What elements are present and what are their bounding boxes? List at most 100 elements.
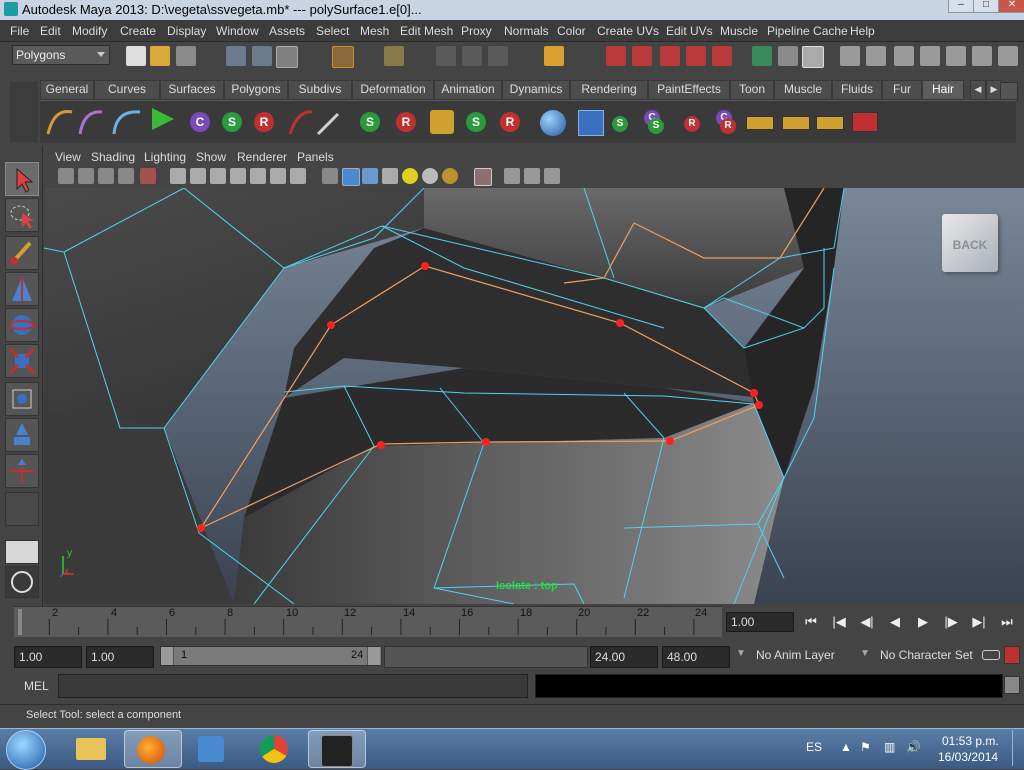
shelf-ball-6[interactable]: S <box>612 116 628 132</box>
mel-input[interactable] <box>58 674 528 698</box>
start-button-icon[interactable] <box>6 730 46 770</box>
tray-expand-icon[interactable]: ▲ <box>840 740 852 754</box>
shelf-ball-10[interactable]: R <box>720 118 736 134</box>
animation-end-field[interactable]: 48.00 <box>662 646 730 668</box>
universal-manipulator-icon[interactable] <box>5 382 39 416</box>
step-forward-key-button[interactable]: |▶ <box>940 612 962 632</box>
panel-menu-panels[interactable]: Panels <box>297 150 334 164</box>
wireframe-icon[interactable] <box>322 168 338 184</box>
character-set-selector[interactable]: No Character Set <box>880 648 973 662</box>
time-slider[interactable] <box>14 606 722 637</box>
play-backwards-button[interactable]: ◀ <box>884 612 906 632</box>
soft-modification-icon[interactable] <box>5 418 39 452</box>
output-ops-icon[interactable] <box>660 46 680 66</box>
step-forward-frame-button[interactable]: ▶| <box>968 612 990 632</box>
modeling-toolkit-icon[interactable] <box>894 46 914 66</box>
panel-menu-lighting[interactable]: Lighting <box>144 150 186 164</box>
scale-tool-icon[interactable] <box>5 344 39 378</box>
ambient-occlusion-icon[interactable] <box>442 168 458 184</box>
play-dynamics-icon[interactable] <box>152 108 174 130</box>
shelf-ball-4[interactable]: S <box>466 112 486 132</box>
shelf-c-ball-icon[interactable]: C <box>190 112 210 132</box>
panel-menu-shading[interactable]: Shading <box>91 150 135 164</box>
safe-action-icon[interactable] <box>270 168 286 184</box>
panel-menu-show[interactable]: Show <box>196 150 226 164</box>
menu-create[interactable]: Create <box>120 24 156 38</box>
collide-cube-icon[interactable] <box>578 110 604 136</box>
anim-layer-chevron-icon[interactable]: ▼ <box>736 648 746 659</box>
network-icon[interactable]: ▥ <box>884 740 895 754</box>
tool-settings-icon[interactable] <box>866 46 886 66</box>
isolate-select-icon[interactable] <box>474 168 492 186</box>
hair-paint-tools-icon[interactable] <box>286 106 346 138</box>
menu-muscle[interactable]: Muscle <box>720 24 758 38</box>
range-end-handle[interactable] <box>367 647 380 665</box>
shelf-tab-fluids[interactable]: Fluids <box>832 80 882 100</box>
select-tool-icon[interactable] <box>5 162 39 196</box>
animation-preferences-icon[interactable] <box>1004 646 1020 664</box>
shelf-tab-deformation[interactable]: Deformation <box>352 80 434 100</box>
go-to-end-button[interactable]: ⏭ <box>996 612 1018 632</box>
lock-icon[interactable] <box>544 46 564 66</box>
shelf-ball-8[interactable]: R <box>684 116 700 132</box>
taskbar-media-player[interactable] <box>184 730 240 766</box>
shelf-scroll-left-icon[interactable]: ◀ <box>970 80 986 100</box>
menu-normals[interactable]: Normals <box>504 24 549 38</box>
step-back-frame-button[interactable]: |◀ <box>828 612 850 632</box>
render-current-icon[interactable] <box>686 46 706 66</box>
shadows-icon[interactable] <box>422 168 438 184</box>
taskbar-explorer[interactable] <box>62 730 118 766</box>
menu-color[interactable]: Color <box>557 24 586 38</box>
select-component-icon[interactable] <box>276 46 298 68</box>
menu-proxy[interactable]: Proxy <box>461 24 492 38</box>
clock-time[interactable]: 01:53 p.m. <box>942 734 999 748</box>
menu-pipeline-cache[interactable]: Pipeline Cache <box>767 24 848 38</box>
play-forwards-button[interactable]: ▶ <box>912 612 934 632</box>
shelf-ball-1[interactable]: R <box>254 112 274 132</box>
lasso-tool-icon[interactable] <box>5 198 39 232</box>
show-desktop-button[interactable] <box>1012 730 1023 766</box>
image-plane-icon[interactable] <box>118 168 134 184</box>
film-gate-icon[interactable] <box>190 168 206 184</box>
menu-set-dropdown[interactable]: Polygons <box>12 45 110 65</box>
show-manipulator-icon[interactable] <box>5 454 39 488</box>
xray-icon[interactable] <box>504 168 520 184</box>
menu-edit[interactable]: Edit <box>40 24 61 38</box>
paint-select-tool-icon[interactable] <box>5 236 39 270</box>
smooth-shade-icon[interactable] <box>342 168 360 186</box>
safe-title-icon[interactable] <box>290 168 306 184</box>
menu-edit-uvs[interactable]: Edit UVs <box>666 24 713 38</box>
shelf-tab-toon[interactable]: Toon <box>730 80 774 100</box>
mesh-canvas[interactable] <box>44 188 1024 604</box>
cache-delete-icon[interactable] <box>852 112 878 132</box>
menu-modify[interactable]: Modify <box>72 24 107 38</box>
perspective-viewport[interactable]: BACK y x Isolate : top <box>44 188 1024 604</box>
open-scene-icon[interactable] <box>150 46 170 66</box>
range-slider[interactable]: 1 24 <box>160 646 382 666</box>
constraint-icon[interactable] <box>430 110 454 134</box>
menu-mesh[interactable]: Mesh <box>360 24 389 38</box>
key-icon[interactable] <box>982 650 1000 660</box>
outliner-icon[interactable] <box>946 46 966 66</box>
menu-edit-mesh[interactable]: Edit Mesh <box>400 24 453 38</box>
taskbar-firefox[interactable] <box>124 730 182 768</box>
select-hierarchy-icon[interactable] <box>226 46 246 66</box>
snap-grid-icon[interactable] <box>488 46 508 66</box>
maximize-button[interactable]: □ <box>973 0 999 13</box>
clock-date[interactable]: 16/03/2014 <box>938 750 998 764</box>
xray-joints-icon[interactable] <box>524 168 540 184</box>
panel-menu-view[interactable]: View <box>55 150 81 164</box>
script-editor-icon[interactable] <box>1004 676 1020 694</box>
menu-window[interactable]: Window <box>216 24 259 38</box>
last-tool-slot[interactable] <box>5 492 39 526</box>
shelf-ball-0[interactable]: S <box>222 112 242 132</box>
menu-select[interactable]: Select <box>316 24 349 38</box>
animation-start-field[interactable]: 1.00 <box>14 646 82 668</box>
camera-attributes-icon[interactable] <box>78 168 94 184</box>
menu-help[interactable]: Help <box>850 24 875 38</box>
cache-append-icon[interactable] <box>782 116 810 130</box>
save-scene-icon[interactable] <box>176 46 196 66</box>
menu-file[interactable]: File <box>10 24 29 38</box>
step-back-key-button[interactable]: ◀| <box>856 612 878 632</box>
shelf-menu-icon[interactable] <box>1000 82 1018 100</box>
